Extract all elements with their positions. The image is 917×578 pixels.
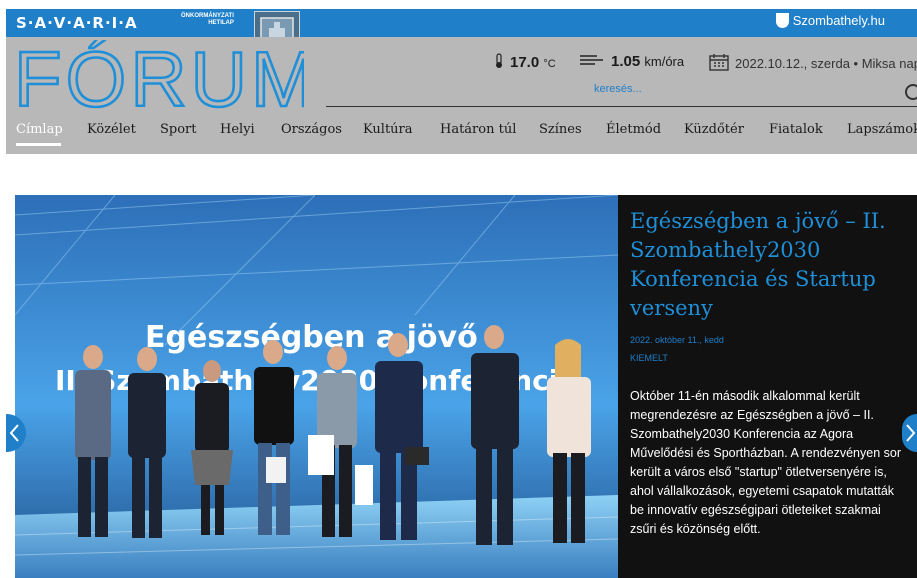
nav-item-orszagos[interactable]: Országos [281,122,342,137]
nav-item-sport[interactable]: Sport [160,122,197,137]
szombathely-link[interactable]: Szombathely.hu [775,13,885,28]
nav-active-indicator [16,143,61,146]
wind-widget: 1.05 km/óra [579,53,684,70]
wind-icon [580,55,603,65]
chevron-left-icon [9,424,19,442]
logo-text: FÓRUM [14,40,304,110]
nav-item-helyi[interactable]: Helyi [220,122,255,137]
shield-icon [775,13,789,28]
main-nav: Címlap Közélet Sport Helyi Országos Kult… [6,119,917,149]
nav-item-szines[interactable]: Színes [539,122,582,137]
wind-unit: km/óra [644,54,685,69]
site-link-label: Szombathely.hu [792,13,885,28]
brand-subtitle: ÖNKORMÁNYZATI HETILAP [181,13,234,27]
temperature-widget: 17.0 °C [494,53,556,71]
brand-name[interactable]: S·A·V·A·R·I·A [16,14,138,32]
article-tag[interactable]: KIEMELT [630,353,668,363]
banner-line-1: Egészségben a jövő [145,320,478,355]
wind-value: 1.05 [611,53,641,70]
site-header: FÓRUM 17.0 °C 1.05 km/óra 2022.10.12., s… [6,37,917,154]
chevron-right-icon [906,424,916,442]
featured-article-panel: Egészségben a jövő – II. Szombathely2030… [618,195,917,578]
forum-logo[interactable]: FÓRUM [14,40,304,110]
search-icon[interactable] [905,84,917,100]
search-underline [326,106,917,107]
article-title[interactable]: Egészségben a jövő – II. Szombathely2030… [630,207,908,323]
temperature-value: 17.0 [510,54,540,71]
nav-item-kultura[interactable]: Kultúra [363,122,413,137]
top-bar: S·A·V·A·R·I·A ÖNKORMÁNYZATI HETILAP Szom… [6,9,917,63]
date-widget: 2022.10.12., szerda • Miksa nap [709,53,917,71]
nav-item-kozelet[interactable]: Közélet [87,122,136,137]
carousel-next-button[interactable] [902,414,917,452]
calendar-icon [709,54,729,71]
current-date: 2022.10.12., szerda [735,56,850,71]
nav-item-lapszamok[interactable]: Lapszámok [847,122,917,137]
temperature-unit: °C [543,58,556,70]
brand-sub-line-1: ÖNKORMÁNYZATI [181,13,234,19]
nav-item-kuzdoter[interactable]: Küzdőtér [684,122,744,137]
hero-image[interactable]: Egészségben a jövő II. Szombathely2030 K… [15,195,618,578]
brand-sub-line-2: HETILAP [208,20,234,26]
nav-item-hataron-tul[interactable]: Határon túl [440,122,516,137]
article-date: 2022. október 11., kedd [630,335,724,345]
nameday: Miksa nap [861,56,917,71]
nav-item-cimlap[interactable]: Címlap [16,122,63,137]
nav-item-fiatalok[interactable]: Fiatalok [769,122,823,137]
article-excerpt: Október 11-én második alkalommal került … [630,389,902,536]
search-input[interactable]: keresés... [594,83,642,95]
nav-item-eletmod[interactable]: Életmód [606,122,661,137]
conference-photo: Egészségben a jövő II. Szombathely2030 K… [15,195,618,578]
thermometer-icon [496,53,502,68]
